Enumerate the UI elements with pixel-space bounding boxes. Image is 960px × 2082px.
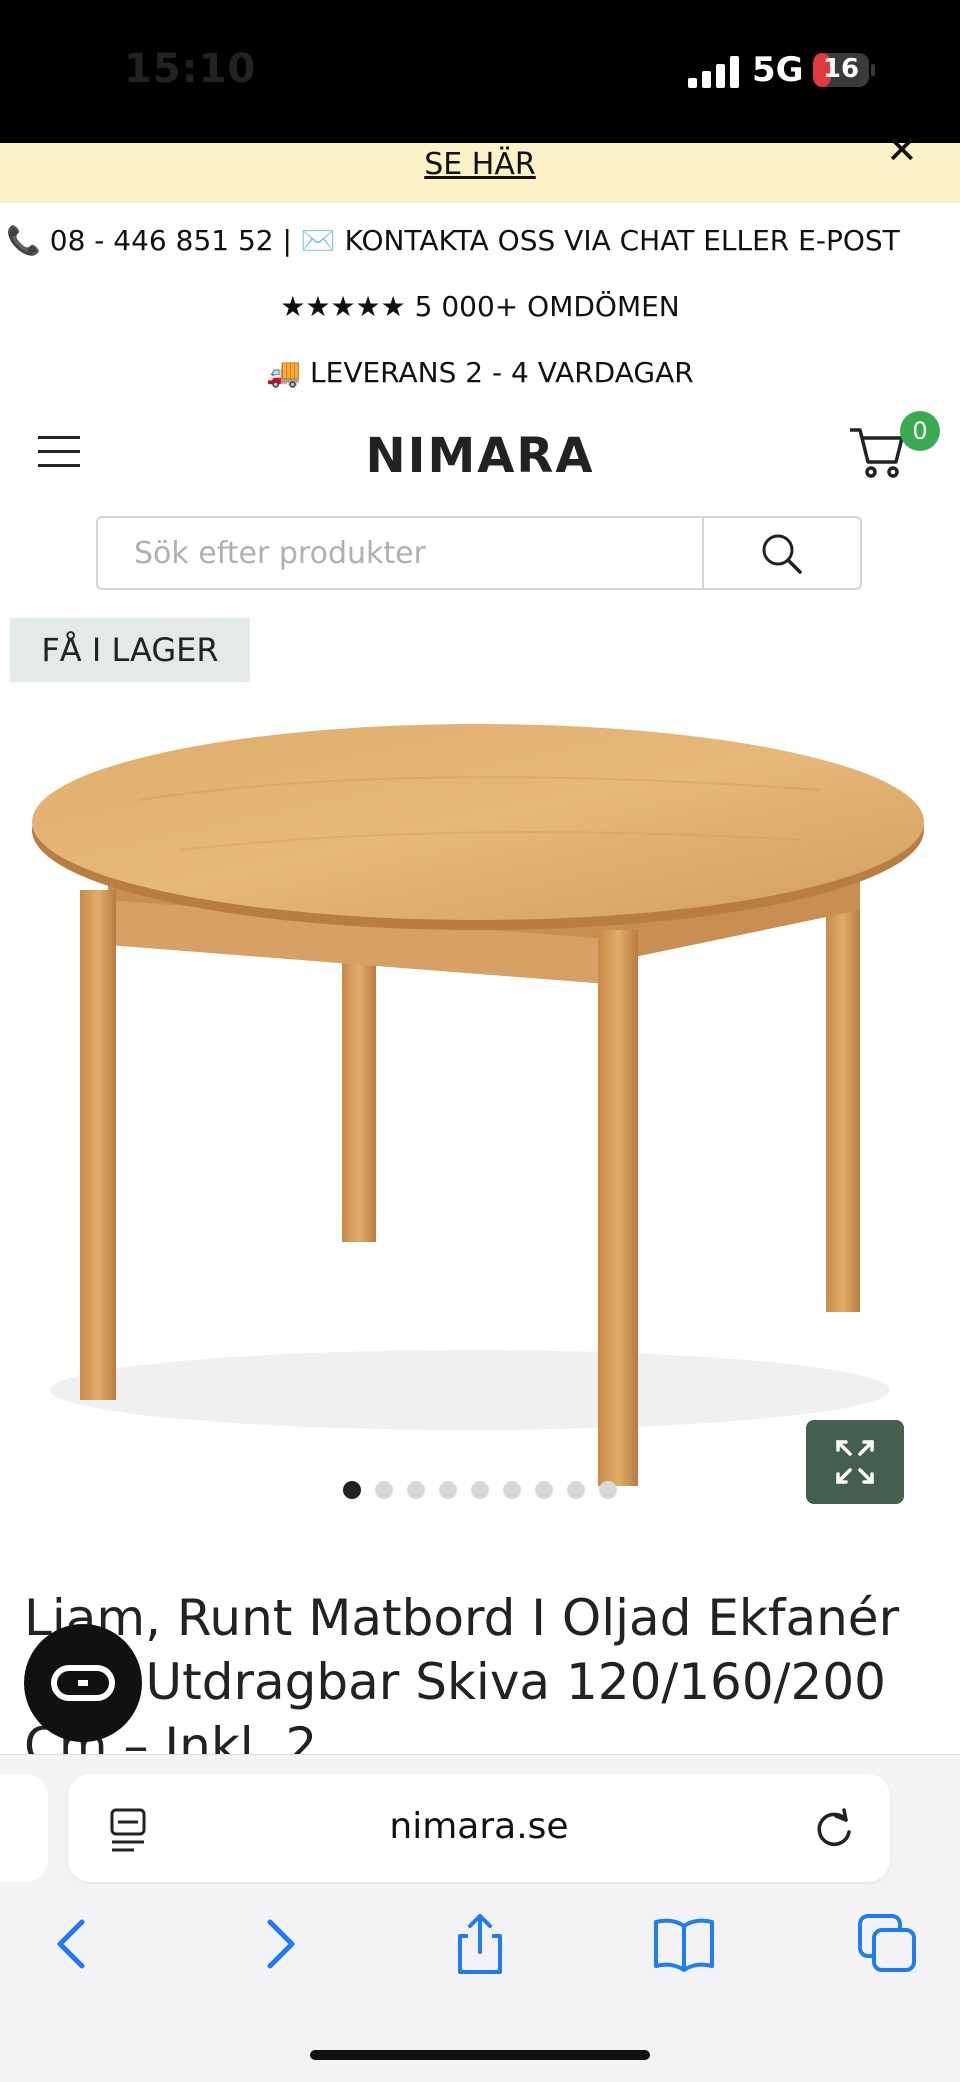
contact-info[interactable]: 📞 08 - 446 851 52 | ✉️ KONTAKTA OSS VIA … bbox=[6, 224, 960, 257]
delivery-info: 🚚 LEVERANS 2 - 4 VARDAGAR bbox=[266, 356, 694, 389]
gallery-dot[interactable] bbox=[375, 1481, 393, 1499]
back-icon[interactable] bbox=[40, 1912, 104, 1976]
cart-count-badge: 0 bbox=[900, 411, 940, 451]
chat-button[interactable] bbox=[24, 1624, 142, 1742]
home-indicator bbox=[310, 2050, 650, 2060]
expand-image-button[interactable] bbox=[806, 1420, 904, 1504]
url-text[interactable]: nimara.se bbox=[68, 1806, 890, 1847]
banner-link[interactable]: SE HÄR bbox=[0, 147, 960, 182]
gallery-dot[interactable] bbox=[439, 1481, 457, 1499]
share-icon[interactable] bbox=[448, 1912, 512, 1976]
forward-icon[interactable] bbox=[248, 1912, 312, 1976]
search-button[interactable] bbox=[704, 518, 860, 588]
status-time: 15:10 bbox=[124, 46, 257, 92]
product-title: Liam, Runt Matbord I Oljad Ekfanér Med U… bbox=[24, 1589, 900, 1775]
search-input[interactable] bbox=[98, 518, 702, 588]
gallery-dot[interactable] bbox=[343, 1481, 361, 1499]
bookmarks-icon[interactable] bbox=[652, 1912, 716, 1976]
gallery-dot[interactable] bbox=[599, 1481, 617, 1499]
search-icon bbox=[762, 534, 802, 574]
previous-tab-preview[interactable] bbox=[0, 1774, 48, 1882]
signal-icon bbox=[688, 56, 739, 88]
gallery-dot[interactable] bbox=[567, 1481, 585, 1499]
chat-icon bbox=[51, 1665, 115, 1701]
gallery-dot[interactable] bbox=[407, 1481, 425, 1499]
reviews-info: ★★★★★ 5 000+ OMDÖMEN bbox=[280, 290, 680, 323]
cart-icon[interactable] bbox=[848, 424, 904, 480]
stock-badge: FÅ I LAGER bbox=[10, 618, 250, 682]
network-type: 5G bbox=[752, 50, 804, 90]
product-image[interactable] bbox=[0, 700, 960, 1500]
gallery-dot[interactable] bbox=[471, 1481, 489, 1499]
reader-icon[interactable] bbox=[108, 1808, 148, 1852]
expand-icon bbox=[836, 1440, 874, 1484]
gallery-dot[interactable] bbox=[535, 1481, 553, 1499]
close-icon[interactable]: ✕ bbox=[886, 128, 918, 172]
tabs-icon[interactable] bbox=[856, 1912, 920, 1976]
reload-icon[interactable] bbox=[812, 1806, 856, 1852]
battery-level: 16 bbox=[822, 54, 860, 84]
gallery-dot[interactable] bbox=[503, 1481, 521, 1499]
site-logo[interactable]: NIMARA bbox=[0, 428, 960, 484]
